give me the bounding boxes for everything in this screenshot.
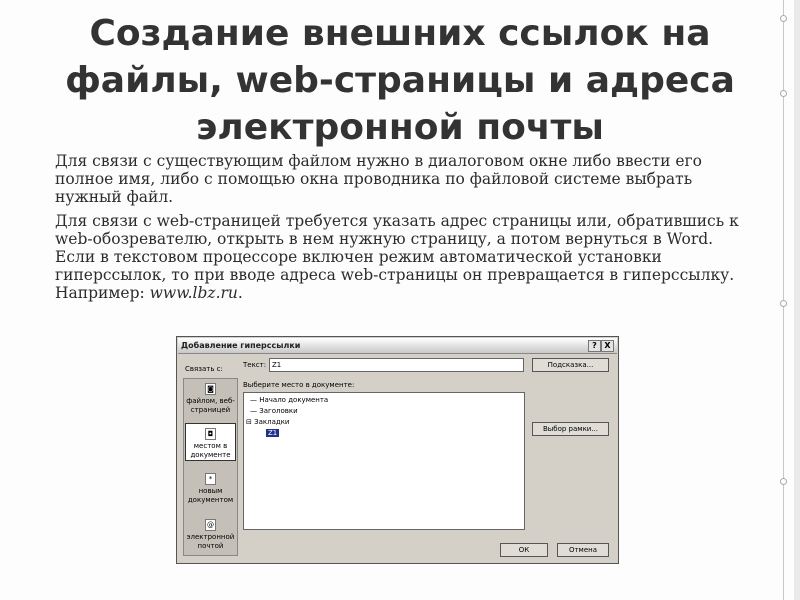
timeline-dot (780, 15, 787, 22)
place-icon: ◘ (205, 428, 216, 440)
sidebar-item-place-in-document[interactable]: ◘ местом в документе (185, 423, 236, 461)
sidebar-item-label: почтой (197, 542, 224, 550)
sidebar-item-label: файлом, веб- (186, 397, 235, 405)
tree-item-bookmark-z1[interactable]: Z1 (266, 429, 280, 437)
place-label: Выберите место в документе: (243, 381, 355, 389)
sidebar-item-file-webpage[interactable]: ◙ файлом, веб- страницей (185, 383, 236, 419)
title-line: файлы, web-страницы и адреса (65, 60, 735, 101)
sidebar-item-email[interactable]: @ электронной почтой (185, 519, 236, 555)
sidebar-item-label: местом в (193, 442, 228, 450)
file-icon: ◙ (205, 383, 216, 395)
sidebar-item-label: документом (187, 496, 234, 504)
document-place-tree[interactable]: — Начало документа — Заголовки ⊟ Закладк… (243, 392, 525, 530)
dialog-titlebar: Добавление гиперссылки ? X (178, 338, 617, 354)
slide-right-border (794, 0, 800, 600)
sidebar-item-label: страницей (190, 406, 231, 414)
timeline-dot (780, 300, 787, 307)
paragraph-file-link: Для связи с существующим файлом нужно в … (55, 152, 702, 206)
example-url: www.lbz.ru (149, 283, 238, 302)
timeline-dot (780, 90, 787, 97)
link-with-label: Связать с: (185, 365, 223, 373)
timeline-dot (780, 478, 787, 485)
slide-body: Для связи с существующим файлом нужно в … (55, 152, 745, 309)
select-frame-button[interactable]: Выбор рамки... (532, 422, 609, 436)
title-line: электронной почты (196, 107, 604, 148)
mail-icon: @ (205, 519, 216, 531)
hint-button[interactable]: Подсказка... (532, 358, 609, 372)
insert-hyperlink-dialog: Добавление гиперссылки ? X Связать с: ◙ … (176, 336, 619, 564)
tree-item-label: Закладки (254, 418, 290, 426)
sidebar-item-new-document[interactable]: * новым документом (185, 473, 236, 509)
ok-button[interactable]: ОК (500, 543, 548, 557)
tree-item-label: Заголовки (259, 407, 298, 415)
sidebar-item-label: документе (190, 451, 231, 459)
sidebar-item-label: электронной (186, 533, 235, 541)
title-line: Создание внешних ссылок на (89, 13, 711, 54)
cancel-button[interactable]: Отмена (557, 543, 609, 557)
sidebar-item-label: новым (198, 487, 223, 495)
link-type-sidebar: ◙ файлом, веб- страницей ◘ местом в доку… (183, 378, 238, 556)
tree-item-bookmarks[interactable]: ⊟ Закладки (246, 418, 289, 426)
text-input[interactable]: Z1 (269, 358, 524, 372)
slide-title: Создание внешних ссылок на файлы, web-ст… (60, 10, 740, 151)
tree-item-label: Начало документа (259, 396, 329, 404)
tree-item-headings[interactable]: — Заголовки (250, 407, 298, 415)
close-button[interactable]: X (601, 340, 614, 352)
paragraph-end: . (237, 283, 243, 302)
dialog-title: Добавление гиперссылки (181, 341, 301, 350)
help-button[interactable]: ? (588, 340, 601, 352)
text-label: Текст: (243, 361, 267, 369)
new-doc-icon: * (205, 473, 216, 485)
tree-item-doc-start[interactable]: — Начало документа (250, 396, 328, 404)
paragraph-web-link: Для связи с web-страницей требуется указ… (55, 212, 745, 302)
